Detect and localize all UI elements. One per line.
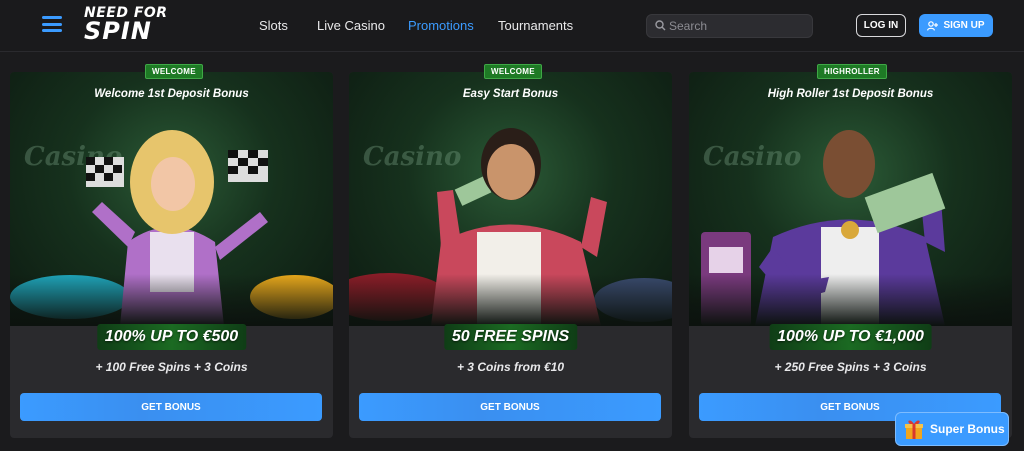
logo-line-2: SPIN xyxy=(84,17,152,45)
nav-promotions[interactable]: Promotions xyxy=(408,18,474,33)
promo-artwork: Casino xyxy=(10,72,333,326)
bonus-details: + 250 Free Spins + 3 Coins xyxy=(774,360,927,374)
bonus-details: + 3 Coins from €10 xyxy=(456,360,565,374)
search-icon xyxy=(655,20,666,31)
promo-card-easy-start: Casino Easy Start Bonus 50 FREE SPINS + … xyxy=(349,72,672,438)
top-header: NEED FOR SPIN Slots Live Casino Promotio… xyxy=(0,0,1024,52)
card-title: Easy Start Bonus xyxy=(462,88,559,100)
login-button[interactable]: LOG IN xyxy=(856,14,906,37)
bonus-details: + 100 Free Spins + 3 Coins xyxy=(95,360,248,374)
bonus-headline: 50 FREE SPINS xyxy=(443,324,578,350)
nav-live-casino[interactable]: Live Casino xyxy=(317,18,385,33)
bonus-headline: 100% UP TO €500 xyxy=(96,324,247,350)
nav-slots[interactable]: Slots xyxy=(259,18,288,33)
tag-badge: WELCOME xyxy=(484,64,542,79)
promo-artwork: Casino xyxy=(349,72,672,326)
user-plus-icon xyxy=(927,20,939,31)
search-input[interactable] xyxy=(669,15,809,37)
get-bonus-button[interactable]: GET BONUS xyxy=(359,393,661,421)
menu-icon[interactable] xyxy=(42,16,62,32)
signup-button[interactable]: SIGN UP xyxy=(919,14,993,37)
nav-tournaments[interactable]: Tournaments xyxy=(498,18,573,33)
card-title: High Roller 1st Deposit Bonus xyxy=(767,88,934,100)
super-bonus-button[interactable]: Super Bonus xyxy=(895,412,1009,446)
bonus-headline: 100% UP TO €1,000 xyxy=(769,324,932,350)
site-logo[interactable]: NEED FOR SPIN xyxy=(84,6,180,46)
card-title: Welcome 1st Deposit Bonus xyxy=(94,88,249,100)
promo-artwork: Casino xyxy=(689,72,1012,326)
tag-badge: HIGHROLLER xyxy=(817,64,887,79)
gift-icon xyxy=(905,420,923,439)
tag-badge: WELCOME xyxy=(145,64,203,79)
promo-card-high-roller: Casino High Roller 1st Deposit Bonus 100… xyxy=(689,72,1012,438)
promo-card-welcome-deposit: Casino Welcome 1st Deposit Bonus 100% UP… xyxy=(10,72,333,438)
signup-label: SIGN UP xyxy=(943,20,985,31)
get-bonus-button[interactable]: GET BONUS xyxy=(20,393,322,421)
super-bonus-label: Super Bonus xyxy=(930,422,1005,436)
search-box[interactable] xyxy=(646,14,813,38)
